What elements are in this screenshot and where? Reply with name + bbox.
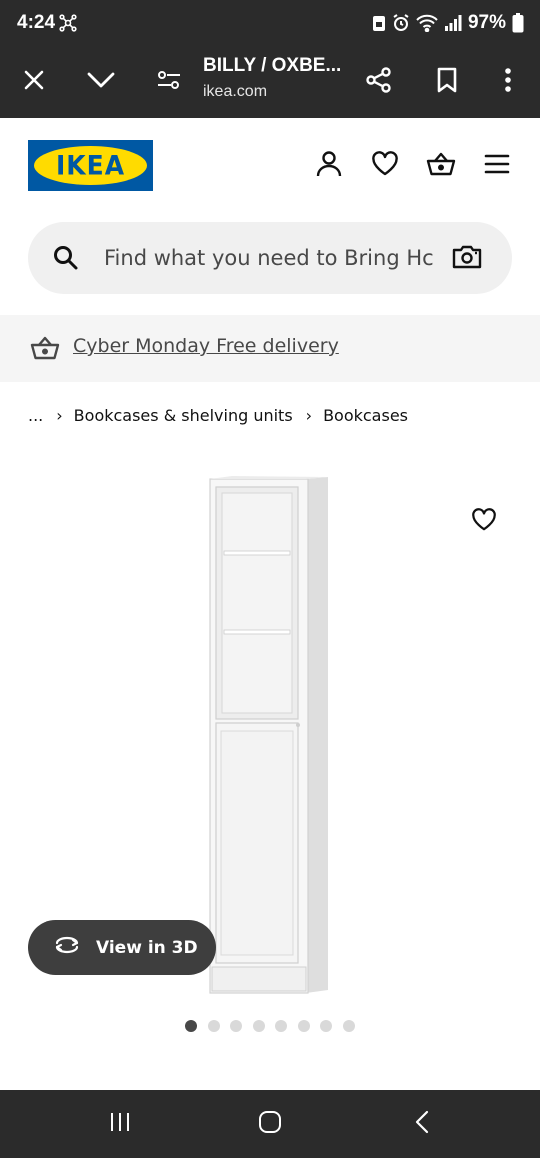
close-tab-button[interactable] xyxy=(12,60,56,104)
breadcrumb-item-bookcases[interactable]: Bookcases xyxy=(323,406,408,425)
carousel-indicator xyxy=(185,1020,355,1032)
breadcrumb: ... › Bookcases & shelving units › Bookc… xyxy=(28,406,408,425)
add-to-favourites-button[interactable] xyxy=(464,502,504,542)
system-nav-bar xyxy=(0,1090,540,1158)
status-icons: 97% xyxy=(372,12,524,34)
basket-icon xyxy=(30,335,60,366)
share-button[interactable] xyxy=(357,60,401,104)
visual-search-camera-icon[interactable] xyxy=(452,244,482,275)
person-icon xyxy=(316,150,342,183)
share-icon xyxy=(365,66,393,99)
home-icon xyxy=(258,1110,282,1139)
promo-banner: Cyber Monday Free delivery xyxy=(0,315,540,382)
search-input[interactable] xyxy=(104,242,434,274)
status-time: 4:24 xyxy=(17,12,56,33)
breadcrumb-item-ellipsis[interactable]: ... xyxy=(28,406,43,425)
wifi-icon xyxy=(416,14,438,32)
more-options-button[interactable] xyxy=(486,60,530,104)
bookmark-button[interactable] xyxy=(425,60,469,104)
carousel-dot[interactable] xyxy=(342,1020,355,1032)
rotate-3d-icon xyxy=(52,935,82,960)
close-icon xyxy=(23,69,45,96)
carousel-dot[interactable] xyxy=(230,1020,242,1032)
favourites-button[interactable] xyxy=(367,148,403,184)
carousel-dot[interactable] xyxy=(207,1020,220,1032)
more-vert-icon xyxy=(504,67,512,98)
page-domain[interactable]: ikea.com xyxy=(203,83,267,101)
status-bar: 4:24 97% xyxy=(0,0,540,46)
basket-icon xyxy=(426,151,456,182)
home-button[interactable] xyxy=(248,1104,292,1144)
promo-link[interactable]: Cyber Monday Free delivery xyxy=(73,335,339,357)
carousel-dot[interactable] xyxy=(320,1020,332,1032)
basket-button[interactable] xyxy=(423,148,459,184)
menu-button[interactable] xyxy=(479,148,515,184)
heart-icon xyxy=(371,150,399,182)
back-icon xyxy=(414,1110,430,1139)
carousel-dot[interactable] xyxy=(252,1020,265,1032)
site-settings-button[interactable] xyxy=(147,60,191,104)
chevron-right-icon: › xyxy=(56,406,63,425)
browser-toolbar: BILLY / OXBE... ikea.com xyxy=(0,46,540,118)
battery-percent: 97% xyxy=(467,12,506,33)
recents-icon xyxy=(108,1111,132,1138)
search-icon xyxy=(52,244,80,277)
breadcrumb-item-bookcases-shelving[interactable]: Bookcases & shelving units xyxy=(74,406,293,425)
network-nodes-icon xyxy=(58,13,78,38)
tune-icon xyxy=(157,70,181,95)
product-gallery[interactable]: View in 3D xyxy=(0,450,540,1050)
carousel-dot[interactable] xyxy=(185,1020,197,1032)
chevron-right-icon: › xyxy=(305,406,313,425)
logo-ellipse: IKEA xyxy=(34,146,147,185)
page-title[interactable]: BILLY / OXBE... xyxy=(203,55,341,77)
signal-icon xyxy=(444,14,462,32)
ikea-logo[interactable]: IKEA xyxy=(28,140,153,191)
view-in-3d-label: View in 3D xyxy=(96,937,198,958)
product-image[interactable] xyxy=(208,475,332,1000)
carousel-dot[interactable] xyxy=(297,1020,310,1032)
carousel-dot[interactable] xyxy=(275,1020,287,1032)
back-button[interactable] xyxy=(400,1104,444,1144)
heart-icon xyxy=(471,507,497,537)
battery-icon xyxy=(512,13,524,33)
hamburger-menu-icon xyxy=(484,153,510,180)
alarm-icon xyxy=(392,14,410,32)
lock-battery-icon xyxy=(372,14,386,32)
view-in-3d-button[interactable]: View in 3D xyxy=(28,920,216,975)
bookmark-icon xyxy=(436,67,458,98)
account-button[interactable] xyxy=(311,148,347,184)
minimize-button[interactable] xyxy=(79,60,123,104)
search-bar[interactable] xyxy=(28,222,512,294)
recent-apps-button[interactable] xyxy=(98,1104,142,1144)
chevron-down-icon xyxy=(87,71,115,94)
site-header: IKEA xyxy=(0,118,540,218)
logo-text: IKEA xyxy=(55,149,126,182)
